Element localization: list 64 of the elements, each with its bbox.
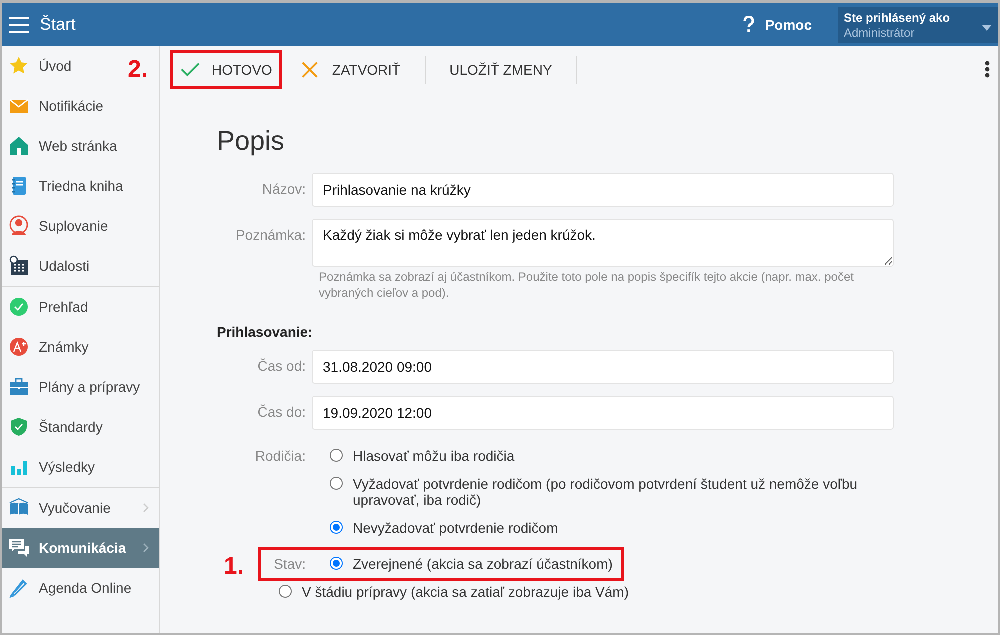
open-book-icon — [9, 498, 29, 518]
check-circle-icon — [9, 297, 29, 317]
radio-option[interactable]: Vyžadovať potvrdenie rodičom (po rodičovom potvrdení študent už nemôže voľbu upravovať, iba rodič) — [312, 470, 890, 514]
sidebar-item[interactable]: Štandardy — [2, 407, 159, 447]
pencil-icon — [9, 578, 29, 598]
sidebar-item[interactable]: Triedna kniha — [2, 166, 159, 206]
field-label: Stav: — [273, 555, 306, 572]
sidebar-item[interactable]: Známky — [2, 327, 159, 367]
radio-button[interactable] — [330, 521, 343, 534]
page-title: Štart — [40, 14, 77, 34]
user-role: Administrátor — [844, 26, 916, 40]
field-label: Čas od: — [256, 357, 306, 374]
sidebar-item[interactable]: Udalosti — [2, 246, 159, 286]
time-from-field[interactable]: 31.08.2020 09:00 — [312, 350, 894, 384]
notebook-icon — [9, 176, 29, 196]
briefcase-icon — [9, 377, 29, 397]
radio-option[interactable]: V štádiu prípravy (akcia sa zatiaľ zobrazuje iba Vám) — [261, 578, 839, 606]
sidebar-item[interactable]: Agenda Online — [2, 568, 159, 608]
callout-number: 2. — [128, 56, 148, 84]
section-label: Prihlasovanie: — [217, 324, 314, 340]
shield-icon — [9, 417, 29, 437]
grade-icon — [9, 337, 29, 357]
radio-option[interactable]: Nevyžadovať potvrdenie rodičom — [312, 514, 890, 542]
radio-button[interactable] — [330, 449, 343, 462]
speech-bubbles-icon — [9, 538, 29, 558]
radio-option[interactable]: Zverejnené (akcia sa zobrazí účastníkom) — [312, 550, 613, 578]
save-button[interactable]: ULOŽIŤ ZMENY — [440, 52, 562, 88]
field-label: Rodičia: — [254, 447, 306, 464]
person-icon — [9, 216, 29, 236]
done-button[interactable]: HOTOVO — [170, 50, 282, 89]
field-label: Názov: — [261, 180, 306, 197]
help-text: Poznámka sa zobrazí aj účastníkom. Použite toto pole na popis špecifík tejto akcie (napr. max. počet vybraných cieľov a pod). — [319, 269, 855, 301]
calendar-icon — [9, 256, 29, 276]
sidebar-item[interactable]: Suplovanie — [2, 206, 159, 246]
callout-number: 1. — [224, 553, 244, 581]
field-label: Poznámka: — [234, 226, 306, 243]
time-to-field[interactable]: 19.09.2020 12:00 — [312, 396, 894, 430]
more-options-icon[interactable] — [985, 61, 990, 78]
radio-button[interactable] — [330, 557, 343, 570]
sidebar-item[interactable]: Notifikácie — [2, 86, 159, 126]
sidebar-item[interactable]: Vyučovanie — [2, 488, 159, 528]
help-button[interactable]: Pomoc — [743, 16, 812, 34]
field-label: Čas do: — [256, 403, 306, 420]
house-icon — [9, 136, 29, 156]
sidebar-item[interactable]: Prehľad — [2, 287, 159, 327]
menu-icon[interactable] — [8, 16, 30, 34]
caret-icon — [982, 24, 992, 30]
help-icon — [743, 16, 756, 34]
radio-option[interactable]: Hlasovať môžu iba rodičia — [312, 442, 890, 470]
close-button[interactable]: ZATVORIŤ — [290, 52, 411, 88]
sidebar-item[interactable]: Úvod — [2, 46, 127, 86]
note-field[interactable]: Každý žiak si môže vybrať len jeden krúžok. — [312, 219, 894, 267]
sidebar-item[interactable]: Komunikácia — [2, 528, 159, 568]
sidebar-item[interactable]: Plány a prípravy — [2, 367, 159, 407]
sidebar-item[interactable]: Web stránka — [2, 126, 159, 166]
user-caption: Ste prihlásený ako — [844, 10, 952, 26]
sidebar-item[interactable]: Výsledky — [2, 447, 159, 487]
radio-button[interactable] — [279, 585, 292, 598]
radio-button[interactable] — [330, 477, 343, 490]
section-heading: Popis — [217, 125, 286, 157]
name-field[interactable]: Prihlasovanie na krúžky — [312, 173, 894, 207]
star-icon — [9, 56, 29, 76]
close-icon — [300, 60, 320, 80]
user-dropdown[interactable]: Ste prihlásený ako Administrátor — [838, 6, 998, 42]
